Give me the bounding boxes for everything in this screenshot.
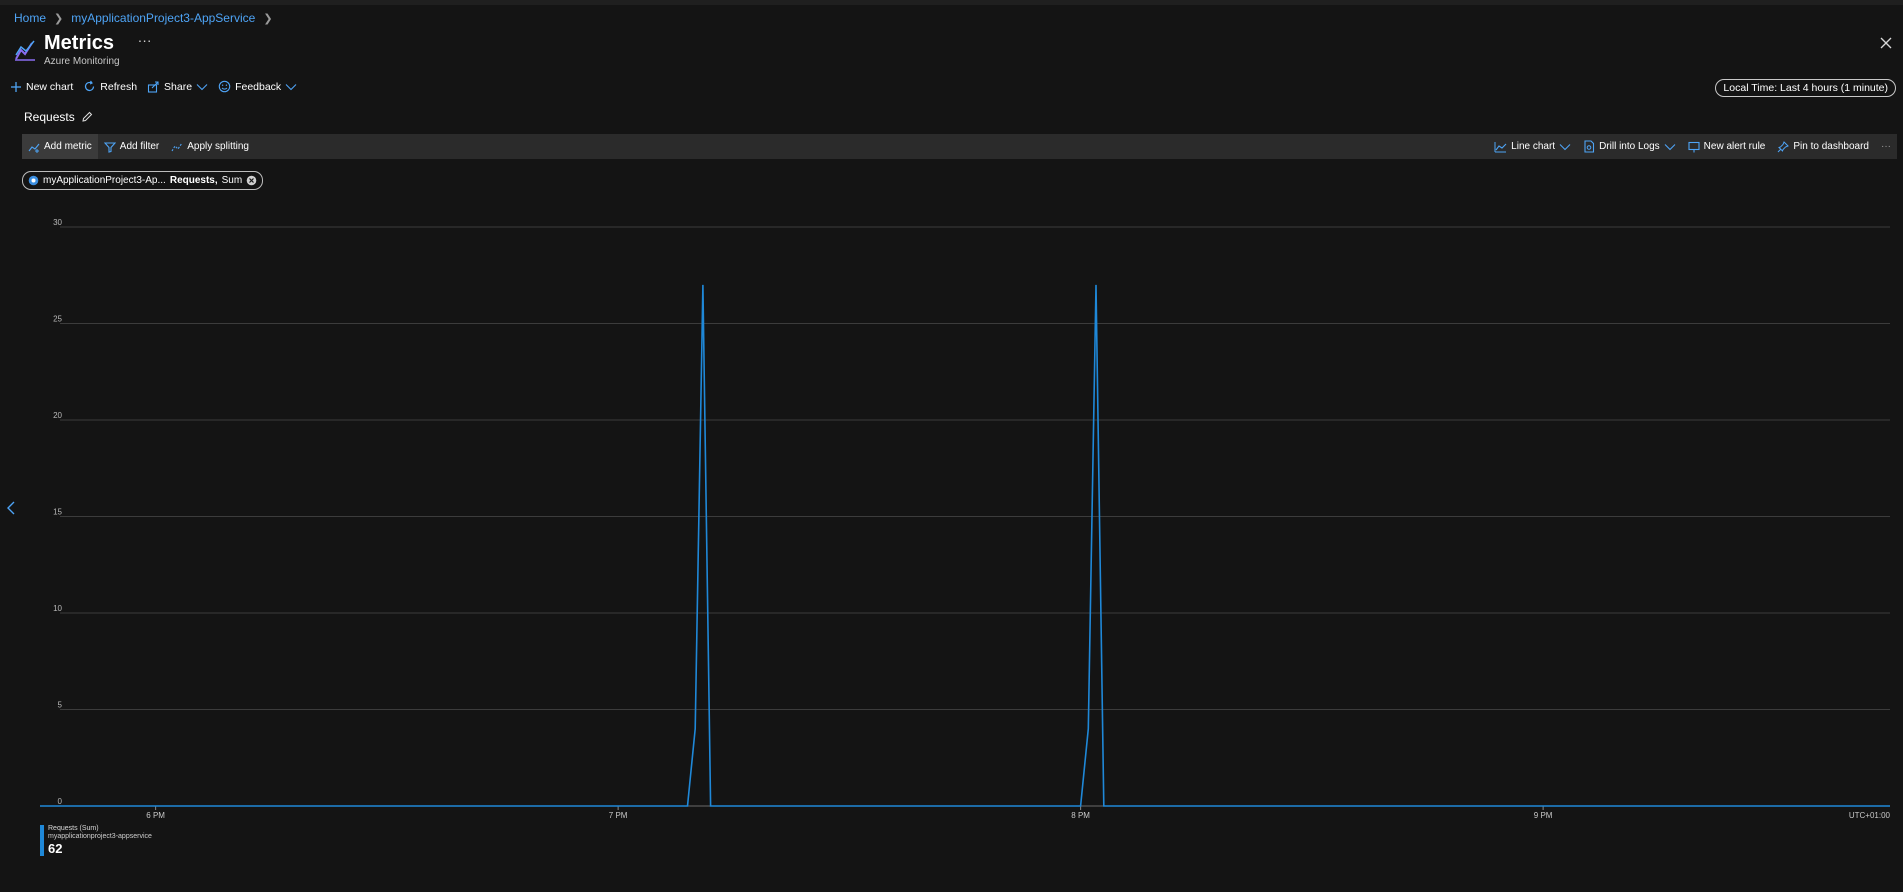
pin-to-dashboard-label: Pin to dashboard <box>1793 141 1869 152</box>
y-tick-label: 25 <box>53 315 62 324</box>
chevron-right-icon: ❯ <box>263 12 273 25</box>
chevron-right-icon: ❯ <box>54 12 64 25</box>
apply-splitting-button[interactable]: Apply splitting <box>165 134 255 159</box>
add-metric-icon <box>28 143 40 153</box>
logs-icon <box>1584 140 1595 153</box>
top-strip <box>0 0 1903 5</box>
metrics-icon <box>15 40 35 61</box>
chevron-down-icon <box>1664 143 1676 150</box>
splitting-icon <box>171 142 183 151</box>
feedback-label: Feedback <box>235 80 282 93</box>
chart-toolbar: Add metric Add filter Apply splitting Li… <box>22 134 1897 159</box>
page-subtitle: Azure Monitoring <box>44 56 120 67</box>
pencil-icon[interactable] <box>81 111 93 123</box>
chart-more-button[interactable]: ··· <box>1875 134 1897 159</box>
breadcrumb: Home ❯ myApplicationProject3-AppService … <box>14 11 273 25</box>
chart-legend[interactable]: Requests (Sum) myapplicationproject3-app… <box>40 825 152 856</box>
timezone-label: UTC+01:00 <box>1849 811 1891 820</box>
add-filter-button[interactable]: Add filter <box>98 134 165 159</box>
more-options-button[interactable]: ··· <box>138 32 152 48</box>
close-icon[interactable] <box>1879 36 1893 50</box>
chart-type-dropdown[interactable]: Line chart <box>1488 134 1577 159</box>
legend-series-name: Requests (Sum) <box>48 825 99 832</box>
share-label: Share <box>164 80 193 93</box>
refresh-label: Refresh <box>100 80 138 93</box>
page-title: Metrics <box>44 32 115 54</box>
chevron-down-icon <box>285 83 297 90</box>
line-chart-label: Line chart <box>1511 141 1556 152</box>
y-tick-label: 5 <box>58 701 63 710</box>
legend-resource-name: myapplicationproject3-appservice <box>48 833 152 840</box>
page-header: Metrics Azure Monitoring ··· <box>14 32 152 67</box>
new-chart-label: New chart <box>26 80 74 93</box>
x-tick-label: 9 PM <box>1534 811 1553 820</box>
alert-rule-icon <box>1688 141 1700 152</box>
chart-grid <box>60 226 1890 807</box>
add-filter-label: Add filter <box>119 141 160 152</box>
chart-toolbar-right: Line chart Drill into Logs New alert rul… <box>1488 134 1897 159</box>
y-axis-ticks: 0 5 10 15 20 25 30 <box>53 218 62 806</box>
new-alert-rule-button[interactable]: New alert rule <box>1682 134 1772 159</box>
filter-icon <box>103 141 116 153</box>
y-tick-label: 20 <box>53 411 62 420</box>
chart-series <box>40 284 1890 807</box>
add-metric-button[interactable]: Add metric <box>22 134 98 159</box>
x-tick-label: 6 PM <box>146 811 165 820</box>
feedback-button[interactable]: Feedback <box>218 80 297 93</box>
legend-total: 62 <box>48 841 63 856</box>
metric-pill-metric: Requests, <box>169 175 218 186</box>
app-service-icon <box>28 175 39 186</box>
new-alert-rule-label: New alert rule <box>1703 141 1766 152</box>
command-bar: New chart Refresh Share Feedback <box>10 80 297 93</box>
line-chart-icon <box>1494 141 1507 152</box>
new-chart-button[interactable]: New chart <box>10 81 73 93</box>
breadcrumb-home[interactable]: Home <box>14 11 46 25</box>
pin-icon <box>1778 140 1790 152</box>
apply-splitting-label: Apply splitting <box>187 141 249 152</box>
x-axis-ticks: 6 PM 7 PM 8 PM 9 PM UTC+01:00 <box>146 806 1891 820</box>
add-metric-label: Add metric <box>44 141 92 152</box>
share-button[interactable]: Share <box>147 80 208 93</box>
share-icon <box>147 81 159 93</box>
metric-pill-resource: myApplicationProject3-Ap... <box>43 175 166 186</box>
metric-pill[interactable]: myApplicationProject3-Ap... Requests, Su… <box>22 171 264 190</box>
remove-circle-icon[interactable] <box>246 175 257 186</box>
chart-title[interactable]: Requests <box>24 110 93 124</box>
x-tick-label: 8 PM <box>1071 811 1090 820</box>
drill-into-logs-dropdown[interactable]: Drill into Logs <box>1577 134 1682 159</box>
refresh-icon <box>85 80 95 92</box>
time-range-picker[interactable]: Local Time: Last 4 hours (1 minute) <box>1715 79 1896 97</box>
chevron-down-icon <box>196 83 208 90</box>
metric-pill-aggregation: Sum <box>221 175 243 186</box>
smiley-icon <box>218 80 231 93</box>
series-line <box>40 284 1890 807</box>
line-chart: 0 5 10 15 20 25 30 6 PM 7 PM 8 PM 9 PM UTC+01:00 <box>40 218 1891 820</box>
x-tick-label: 7 PM <box>609 811 628 820</box>
chart-title-text: Requests <box>24 110 75 124</box>
breadcrumb-resource[interactable]: myApplicationProject3-AppService <box>71 11 255 25</box>
y-tick-label: 10 <box>53 604 62 613</box>
drill-into-logs-label: Drill into Logs <box>1599 141 1660 152</box>
y-tick-label: 15 <box>53 508 62 517</box>
plus-icon <box>11 81 21 92</box>
chevron-down-icon <box>1559 143 1571 150</box>
refresh-button[interactable]: Refresh <box>83 80 137 93</box>
y-tick-label: 0 <box>58 797 63 806</box>
y-tick-label: 30 <box>53 218 62 227</box>
pin-to-dashboard-button[interactable]: Pin to dashboard <box>1771 134 1875 159</box>
